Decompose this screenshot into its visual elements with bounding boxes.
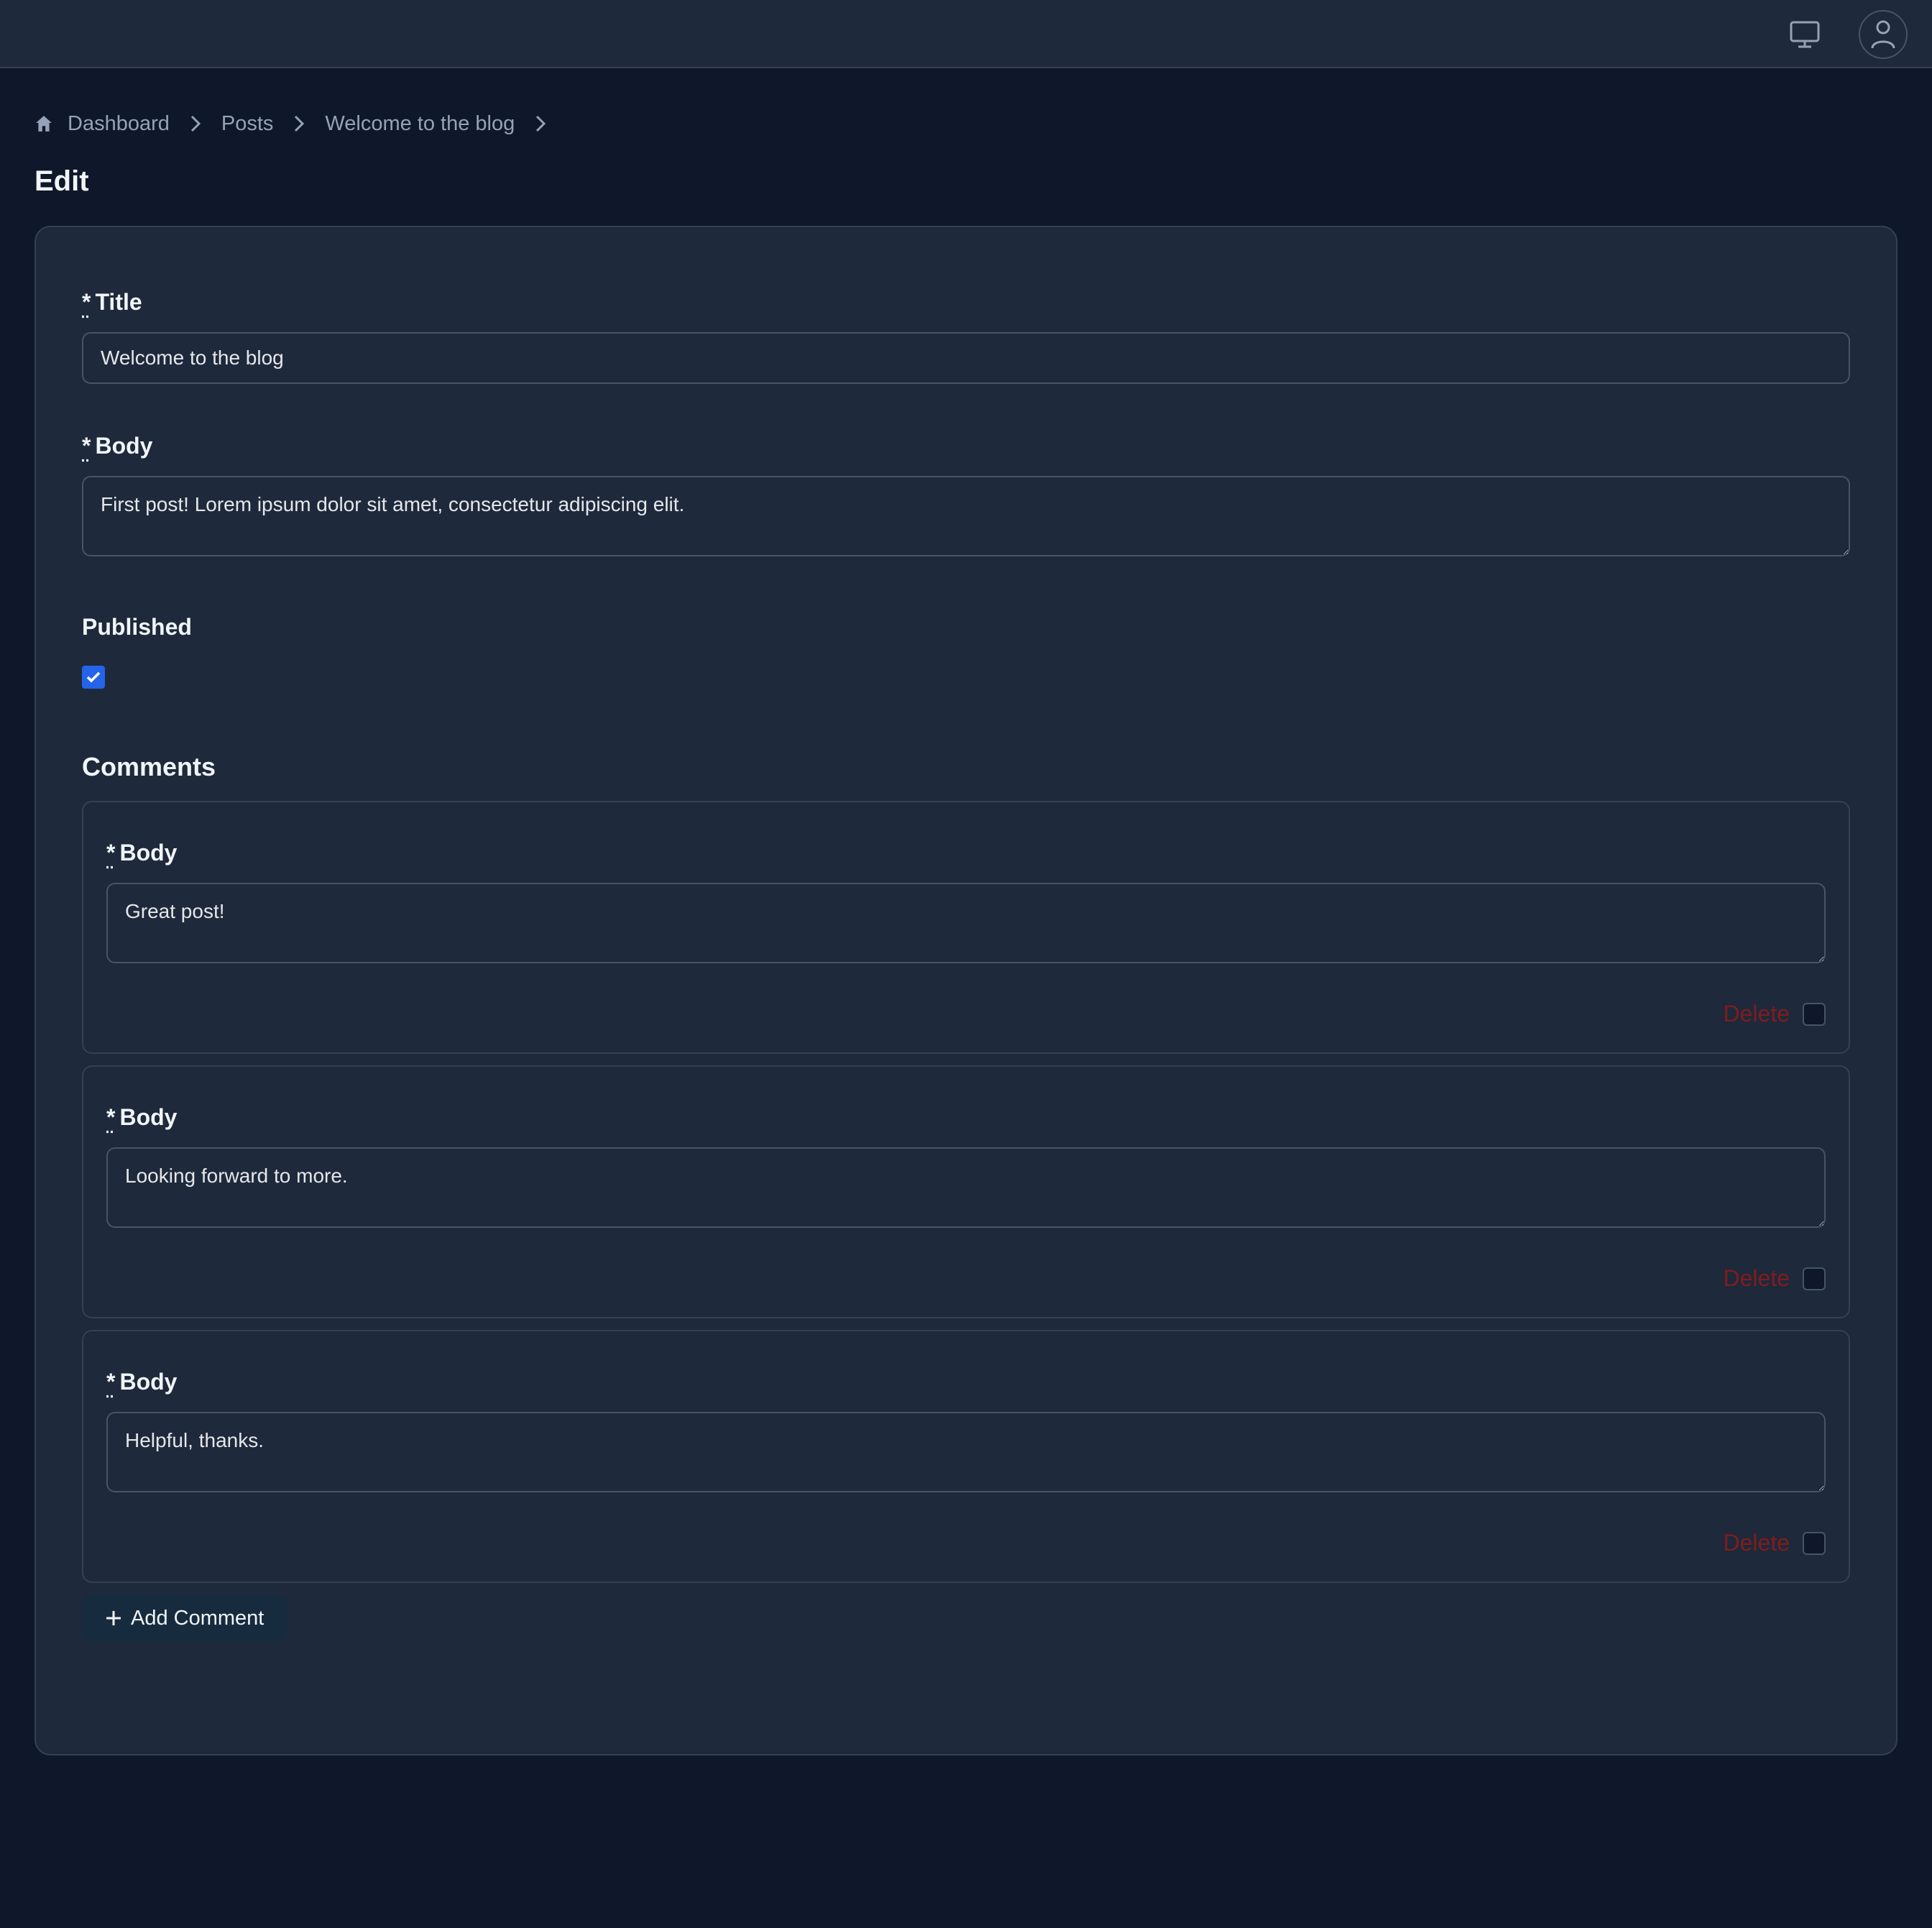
delete-label[interactable]: Delete	[1724, 1265, 1790, 1292]
chevron-right-icon	[170, 114, 221, 133]
monitor-icon	[1790, 21, 1820, 48]
comment-body-textarea[interactable]: Helpful, thanks.	[106, 1412, 1826, 1492]
comment-item: * Body Great post! Delete	[82, 801, 1850, 1054]
delete-row: Delete	[1724, 1001, 1826, 1027]
required-mark: *	[106, 840, 116, 866]
comments-title: Comments	[82, 752, 216, 781]
top-bar	[0, 0, 1932, 68]
delete-label[interactable]: Delete	[1724, 1001, 1790, 1027]
chevron-right-icon	[273, 114, 325, 133]
user-menu-button[interactable]	[1859, 10, 1908, 59]
breadcrumb-dashboard[interactable]: Dashboard	[68, 112, 170, 136]
comment-item: * Body Helpful, thanks. Delete	[82, 1330, 1850, 1583]
user-icon	[1871, 20, 1895, 49]
comment-item: * Body Looking forward to more. Delete	[82, 1065, 1850, 1318]
title-input[interactable]	[82, 332, 1850, 384]
body-label: * Body	[82, 433, 153, 459]
comment-body-label: * Body	[106, 840, 178, 866]
delete-label[interactable]: Delete	[1724, 1530, 1790, 1556]
comment-body-textarea[interactable]: Looking forward to more.	[106, 1147, 1826, 1228]
plus-icon	[106, 1611, 121, 1625]
delete-checkbox[interactable]	[1803, 1002, 1826, 1026]
body-textarea[interactable]: First post! Lorem ipsum dolor sit amet, …	[82, 476, 1850, 556]
comment-body-label: * Body	[106, 1369, 178, 1395]
published-label: Published	[82, 614, 192, 640]
breadcrumb: Dashboard Posts Welcome to the blog	[34, 108, 566, 139]
edit-form-card: *Title *Body First post! Lorem ipsum dol…	[34, 226, 1898, 1755]
required-mark: *	[82, 289, 91, 315]
page-title: Edit	[34, 165, 89, 197]
add-comment-button[interactable]: Add Comment	[82, 1594, 288, 1642]
required-mark: *	[82, 433, 91, 459]
theme-toggle-button[interactable]	[1782, 14, 1827, 55]
comment-body-textarea[interactable]: Great post!	[106, 883, 1826, 963]
delete-row: Delete	[1724, 1530, 1826, 1556]
delete-row: Delete	[1724, 1265, 1826, 1292]
breadcrumb-current-post[interactable]: Welcome to the blog	[325, 112, 515, 136]
published-checkbox[interactable]	[82, 666, 105, 689]
required-mark: *	[106, 1104, 116, 1130]
delete-checkbox[interactable]	[1803, 1531, 1826, 1555]
breadcrumb-posts[interactable]: Posts	[221, 112, 274, 136]
required-mark: *	[106, 1369, 116, 1395]
add-comment-label: Add Comment	[131, 1606, 264, 1630]
home-icon[interactable]	[34, 114, 53, 133]
title-label: * Title	[82, 289, 142, 315]
comment-body-label: * Body	[106, 1104, 178, 1130]
check-icon	[86, 671, 101, 683]
chevron-right-icon	[515, 114, 566, 133]
delete-checkbox[interactable]	[1803, 1267, 1826, 1290]
